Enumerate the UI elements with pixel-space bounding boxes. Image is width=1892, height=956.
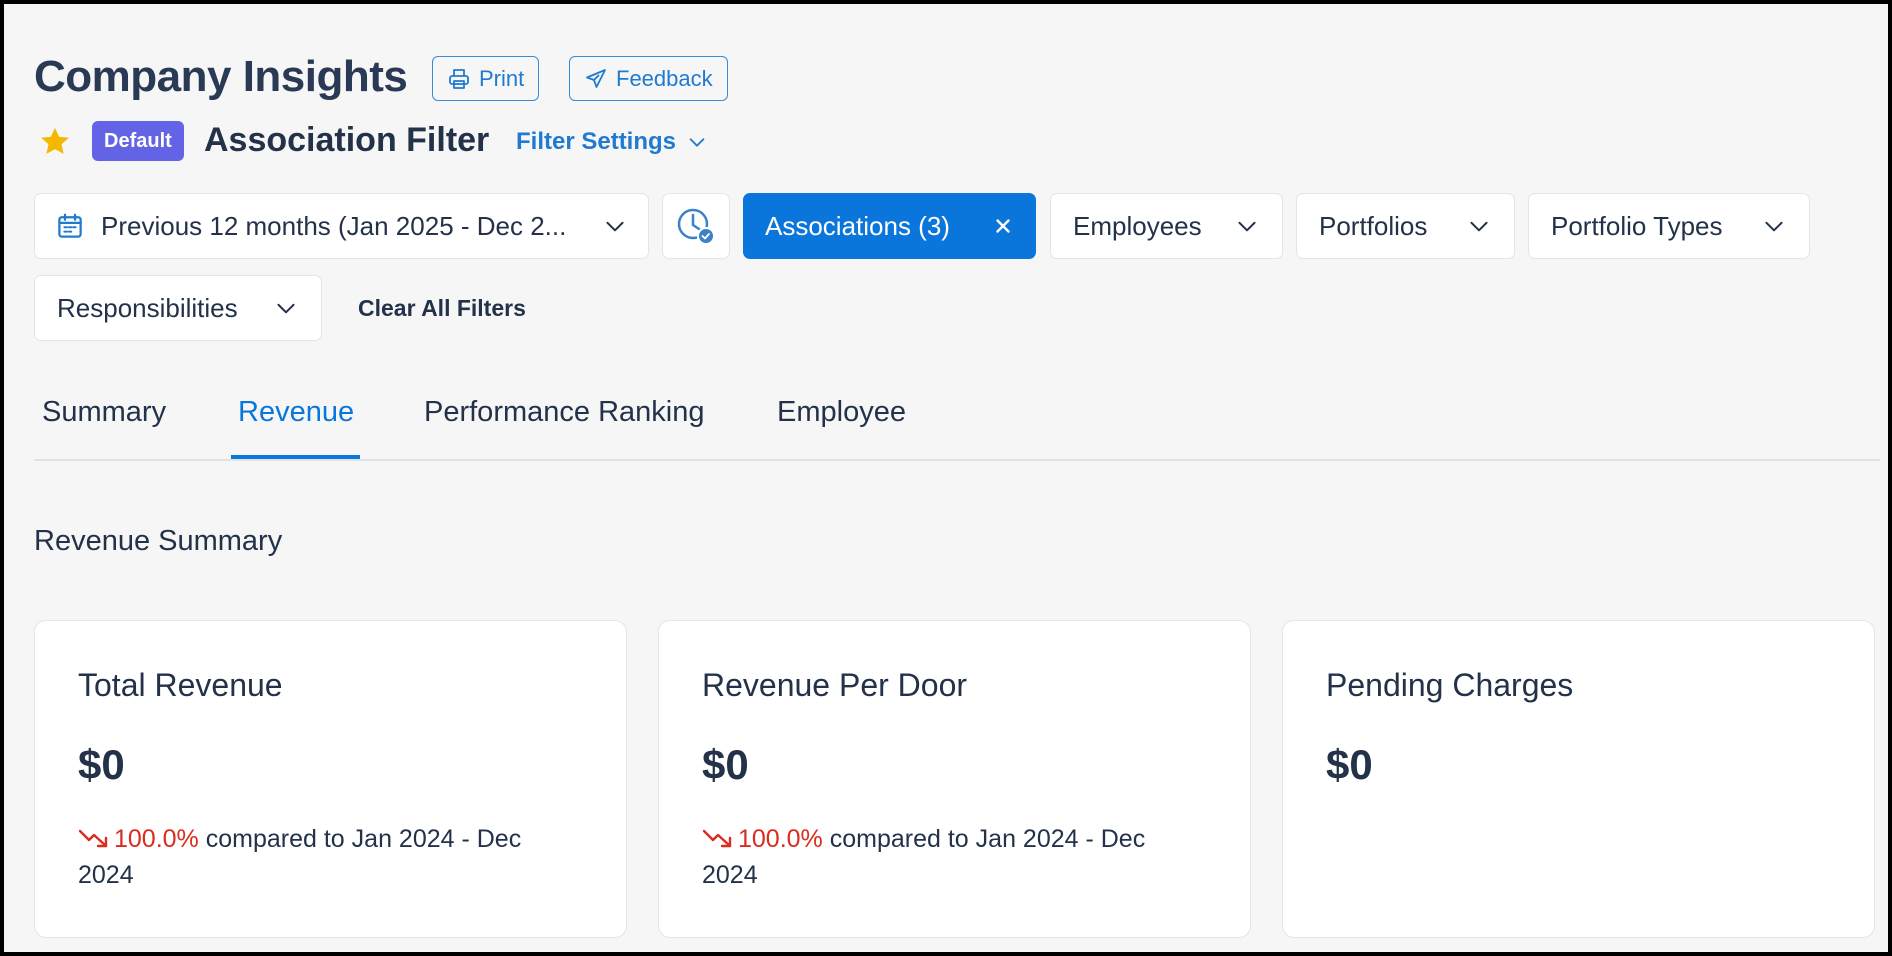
star-icon[interactable]: [38, 125, 72, 159]
employees-label: Employees: [1073, 210, 1202, 241]
print-button[interactable]: Print: [432, 56, 540, 101]
change-percent: 100.0%: [738, 825, 823, 853]
feedback-button[interactable]: Feedback: [569, 56, 728, 101]
associations-label: Associations (3): [765, 210, 950, 241]
date-range-select[interactable]: Previous 12 months (Jan 2025 - Dec 2...: [34, 193, 649, 259]
feedback-label: Feedback: [616, 65, 713, 91]
active-tab-indicator: [231, 455, 360, 459]
card-value: $0: [702, 741, 749, 788]
clear-all-filters-link[interactable]: Clear All Filters: [358, 295, 526, 322]
card-comparison: 100.0% compared to Jan 2024 - Dec 2024: [78, 821, 578, 893]
card-title: Pending Charges: [1326, 667, 1574, 703]
trend-down-icon: [702, 829, 732, 848]
section-title: Revenue Summary: [34, 525, 283, 557]
card-title: Total Revenue: [78, 667, 283, 703]
chevron-down-icon: [606, 221, 624, 232]
card-value: $0: [78, 741, 125, 788]
default-badge: Default: [92, 121, 184, 161]
tab-performance-ranking[interactable]: Performance Ranking: [424, 396, 704, 429]
calendar-icon: [58, 213, 82, 238]
send-icon: [586, 68, 606, 88]
page-title: Company Insights: [34, 52, 408, 101]
date-range-label: Previous 12 months (Jan 2025 - Dec 2...: [101, 210, 567, 241]
clock-check-icon: [677, 208, 715, 245]
tab-revenue[interactable]: Revenue: [238, 396, 354, 429]
portfolios-select[interactable]: Portfolios: [1296, 193, 1515, 259]
chevron-down-icon: [1238, 221, 1256, 232]
portfolio-types-label: Portfolio Types: [1551, 210, 1723, 241]
portfolios-label: Portfolios: [1319, 210, 1428, 241]
card-comparison: 100.0% compared to Jan 2024 - Dec 2024: [702, 821, 1202, 893]
print-label: Print: [479, 65, 525, 91]
compare-period-button[interactable]: [662, 193, 730, 259]
trend-down-icon: [78, 829, 108, 848]
app-frame: Company Insights Print Feedback Default …: [0, 0, 1892, 956]
close-icon[interactable]: [992, 215, 1014, 237]
chevron-down-icon: [1470, 221, 1488, 232]
filter-name: Association Filter: [204, 121, 490, 159]
tab-summary[interactable]: Summary: [42, 396, 166, 429]
chevron-down-icon: [1765, 221, 1783, 232]
filter-settings-dropdown[interactable]: Filter Settings: [516, 128, 708, 156]
employees-select[interactable]: Employees: [1050, 193, 1283, 259]
portfolio-types-select[interactable]: Portfolio Types: [1528, 193, 1810, 259]
responsibilities-label: Responsibilities: [57, 292, 238, 323]
change-percent: 100.0%: [114, 825, 199, 853]
printer-icon: [449, 68, 469, 89]
card-value: $0: [1326, 741, 1373, 788]
card-title: Revenue Per Door: [702, 667, 968, 703]
responsibilities-select[interactable]: Responsibilities: [34, 275, 322, 341]
tabs-divider: [34, 459, 1880, 461]
total-revenue-card: Total Revenue $0 100.0% compared to Jan …: [34, 620, 627, 938]
revenue-per-door-card: Revenue Per Door $0 100.0% compared to J…: [658, 620, 1251, 938]
chevron-down-icon: [277, 303, 295, 314]
tab-employee[interactable]: Employee: [777, 396, 906, 429]
associations-filter-chip[interactable]: Associations (3): [743, 193, 1036, 259]
pending-charges-card: Pending Charges $0: [1282, 620, 1875, 938]
filter-settings-label: Filter Settings: [516, 128, 677, 155]
chevron-down-icon: [689, 138, 705, 147]
